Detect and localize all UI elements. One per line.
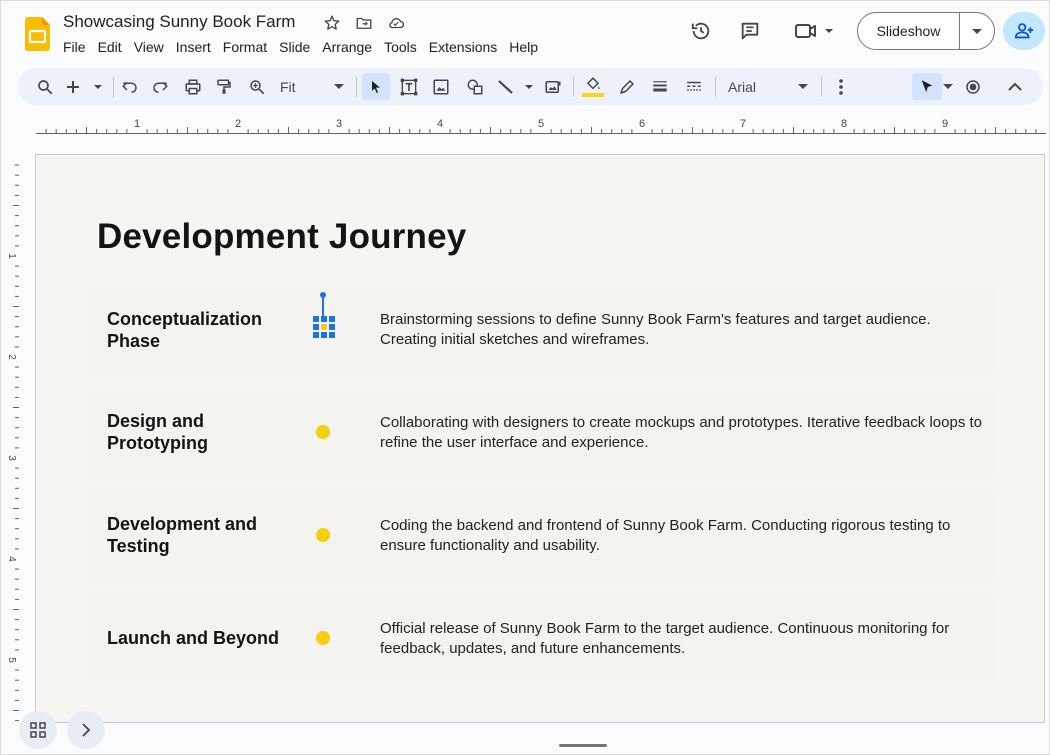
menu-slide[interactable]: Slide [273,37,316,57]
paint-format-icon[interactable] [212,73,236,100]
menu-bar: File Edit View Insert Format Slide Arran… [57,37,544,57]
timeline-dot [316,631,330,645]
history-icon[interactable] [685,15,717,47]
vertical-ruler: 1 2 3 4 5 [5,155,19,725]
resize-handle[interactable] [559,744,607,747]
timeline-dot [316,425,330,439]
collapse-toolbar-icon[interactable] [1003,73,1027,100]
ruler-h-label: 2 [235,118,241,130]
insert-image-icon[interactable] [541,73,565,100]
line-icon[interactable] [496,73,536,100]
chevron-down-icon [334,83,344,89]
document-title[interactable]: Showcasing Sunny Book Farm [63,12,295,32]
toolbar: Fit Arial [18,68,1043,105]
border-weight-icon[interactable] [648,73,672,100]
ruler-v-label: 4 [6,556,17,562]
timeline-dot [316,528,330,542]
row-title: Conceptualization Phase [107,309,263,351]
star-icon[interactable] [322,13,342,33]
ruler-h-label: 3 [336,118,342,130]
slide-title[interactable]: Development Journey [97,217,466,257]
menu-tools[interactable]: Tools [378,37,423,57]
search-menus-icon[interactable] [32,73,58,100]
ruler-h-label: 5 [538,118,544,130]
menu-view[interactable]: View [128,37,170,57]
new-slide-icon[interactable] [66,73,106,100]
chevron-right-icon[interactable] [67,711,105,749]
grid-view-icon[interactable] [19,711,57,749]
zoom-select[interactable]: Fit [276,73,348,100]
slide-canvas[interactable]: Development Journey Conceptualization Ph… [35,154,1045,723]
row-description: Coding the backend and frontend of Sunny… [380,517,951,554]
select-tool-icon[interactable] [362,73,390,100]
slides-logo-icon[interactable] [25,17,50,51]
timeline-row[interactable]: Launch and Beyond Official release of Su… [88,594,993,684]
redo-icon[interactable] [148,73,172,100]
move-folder-icon[interactable] [354,13,374,33]
slideshow-button[interactable]: Slideshow [857,12,995,50]
zoom-value: Fit [280,78,296,95]
font-value: Arial [728,78,757,95]
ruler-h-label: 7 [740,118,746,130]
more-options-icon[interactable] [830,73,852,100]
menu-arrange[interactable]: Arrange [316,37,378,57]
menu-format[interactable]: Format [217,37,273,57]
image-icon[interactable] [429,73,453,100]
row-title: Launch and Beyond [107,628,280,648]
timeline-row[interactable]: Conceptualization Phase Brainstorming se… [88,285,993,375]
selection-handles[interactable] [313,316,335,338]
menu-insert[interactable]: Insert [170,37,217,57]
ruler-h-label: 1 [134,118,140,130]
ruler-v-label: 1 [6,253,17,259]
ruler-h-label: 6 [639,118,645,130]
shape-icon[interactable] [463,73,487,100]
ruler-h-label: 8 [841,118,847,130]
header: Showcasing Sunny Book Farm File Edit Vie… [1,1,1049,65]
slideshow-label[interactable]: Slideshow [858,13,960,49]
row-description: Official release of Sunny Book Farm to t… [380,620,950,657]
fill-color-icon[interactable] [580,73,606,100]
row-title: Development and Testing [107,514,258,556]
print-icon[interactable] [181,73,205,100]
row-title: Design and Prototyping [107,411,208,453]
ruler-v-label: 2 [6,354,17,360]
app-window: Showcasing Sunny Book Farm File Edit Vie… [0,0,1050,755]
zoom-icon[interactable] [245,73,269,100]
menu-help[interactable]: Help [503,37,544,57]
laser-pointer-icon[interactable] [912,73,942,100]
cloud-saved-icon[interactable] [386,13,406,33]
meet-icon[interactable] [789,15,837,47]
chevron-down-icon[interactable] [960,13,994,49]
ruler-v-label: 3 [6,455,17,461]
undo-icon[interactable] [118,73,142,100]
border-dash-icon[interactable] [682,73,706,100]
menu-extensions[interactable]: Extensions [423,37,503,57]
menu-file[interactable]: File [57,37,92,57]
ruler-h-label: 9 [942,118,948,130]
menu-edit[interactable]: Edit [92,37,128,57]
rotate-handle[interactable] [320,292,326,298]
chevron-down-icon [798,83,808,89]
ruler-v-label: 5 [6,657,17,663]
font-select[interactable]: Arial [722,73,814,100]
add-person-icon[interactable] [1003,12,1045,50]
timeline-row[interactable]: Design and Prototyping Collaborating wit… [88,388,993,478]
timeline-row[interactable]: Development and Testing Coding the backe… [88,491,993,581]
record-icon[interactable] [961,73,985,100]
chevron-down-icon[interactable] [942,73,954,100]
text-box-icon[interactable] [396,73,422,100]
row-description: Collaborating with designers to create m… [380,414,983,451]
row-description: Brainstorming sessions to define Sunny B… [380,311,931,348]
ruler-h-label: 4 [437,118,443,130]
horizontal-ruler: 1 2 3 4 5 6 7 8 9 [36,115,1046,135]
border-color-icon[interactable] [615,73,639,100]
comments-icon[interactable] [734,15,766,47]
